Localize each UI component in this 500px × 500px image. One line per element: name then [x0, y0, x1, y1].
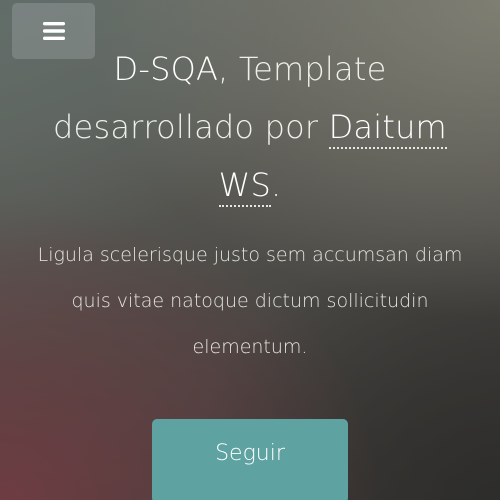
hamburger-icon — [42, 22, 65, 40]
title-period: . — [270, 166, 282, 204]
hero-subtitle: Ligula scelerisque justo sem accumsan di… — [37, 244, 463, 358]
brand-name: D-SQA — [113, 50, 219, 88]
seguir-button[interactable]: Seguir — [152, 419, 348, 500]
hero-title: D-SQA, Template desarrollado por Daitum … — [30, 40, 470, 214]
